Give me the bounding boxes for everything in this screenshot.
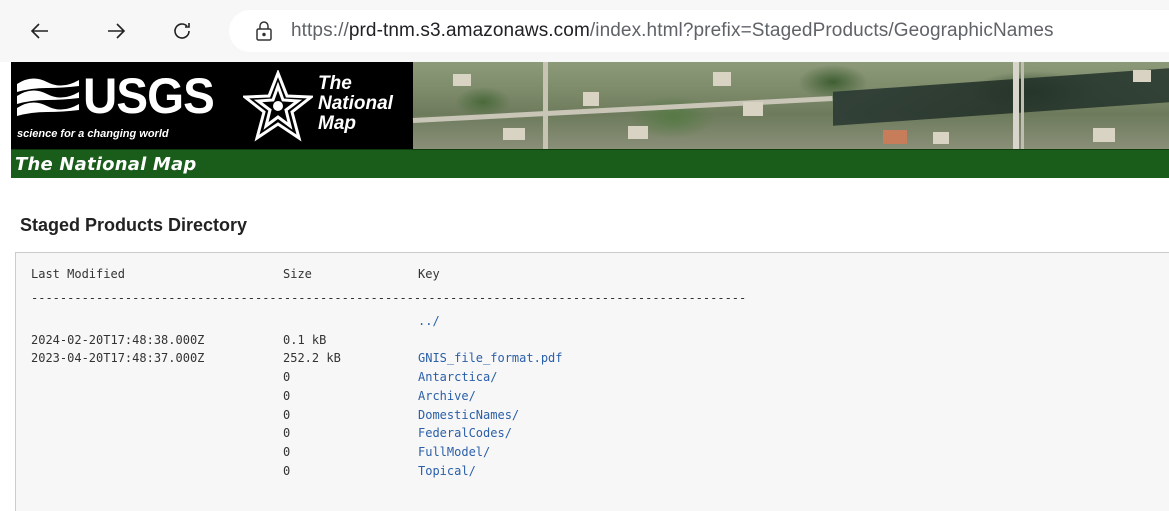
page-title: Staged Products Directory xyxy=(20,215,248,235)
row-size: 252.2 kB xyxy=(283,351,341,365)
url-text[interactable]: https://prd-tnm.s3.amazonaws.com/index.h… xyxy=(291,20,1054,42)
arrow-right-icon xyxy=(108,23,126,39)
reload-button[interactable] xyxy=(164,13,200,49)
row-size: 0.1 kB xyxy=(283,333,327,347)
row-last-modified: 2023-04-20T17:48:37.000Z xyxy=(31,351,205,365)
directory-listing: Last Modified Size Key -----------------… xyxy=(15,252,1169,511)
address-bar[interactable]: https://prd-tnm.s3.amazonaws.com/index.h… xyxy=(229,10,1169,52)
row-last-modified: 2024-02-20T17:48:38.000Z xyxy=(31,333,205,347)
header-key: Key xyxy=(418,267,440,281)
site-banner: USGS science for a changing world The Na… xyxy=(11,62,1169,149)
url-scheme: https:// xyxy=(291,20,349,41)
url-host: prd-tnm.s3.amazonaws.com xyxy=(348,20,590,41)
usgs-waves-icon xyxy=(17,78,79,116)
row-size: 0 xyxy=(283,389,291,403)
header-last-modified: Last Modified xyxy=(31,267,125,281)
page-info-icon[interactable] xyxy=(251,18,277,44)
reload-icon xyxy=(174,23,190,39)
row-size: 0 xyxy=(283,464,291,478)
site-title-bar: The National Map xyxy=(11,149,1169,178)
row-key-link[interactable]: Topical/ xyxy=(418,464,476,478)
usgs-wordmark: USGS xyxy=(83,68,215,124)
row-key-link[interactable]: ../ xyxy=(418,314,440,328)
forward-button[interactable] xyxy=(98,13,134,49)
header-size: Size xyxy=(283,267,312,281)
row-size: 0 xyxy=(283,370,291,384)
national-map-wordmark: The National Map xyxy=(318,74,393,134)
row-key-link[interactable]: DomesticNames/ xyxy=(418,408,519,422)
row-key-link[interactable]: Antarctica/ xyxy=(418,370,497,384)
row-size: 0 xyxy=(283,445,291,459)
row-key-link[interactable]: GNIS_file_format.pdf xyxy=(418,351,563,365)
row-size: 0 xyxy=(283,426,291,440)
url-path: /index.html?prefix=StagedProducts/Geogra… xyxy=(589,20,1054,41)
site-title[interactable]: The National Map xyxy=(15,154,196,175)
tnm-line-1: The xyxy=(318,73,352,94)
row-key-link[interactable]: FederalCodes/ xyxy=(418,426,512,440)
tnm-line-3: Map xyxy=(318,113,356,134)
row-size: 0 xyxy=(283,408,291,422)
row-key-link[interactable]: Archive/ xyxy=(418,389,476,403)
aerial-photo-banner xyxy=(412,62,1169,149)
national-map-star-icon xyxy=(243,70,313,142)
browser-toolbar: https://prd-tnm.s3.amazonaws.com/index.h… xyxy=(0,0,1169,62)
back-button[interactable] xyxy=(22,13,58,49)
usgs-logo[interactable]: USGS science for a changing world The Na… xyxy=(11,62,413,149)
row-key-link[interactable]: FullModel/ xyxy=(418,445,490,459)
arrow-left-icon xyxy=(30,23,48,39)
tnm-line-2: National xyxy=(318,93,393,114)
header-separator: ----------------------------------------… xyxy=(31,291,747,305)
usgs-tagline: science for a changing world xyxy=(17,128,169,140)
